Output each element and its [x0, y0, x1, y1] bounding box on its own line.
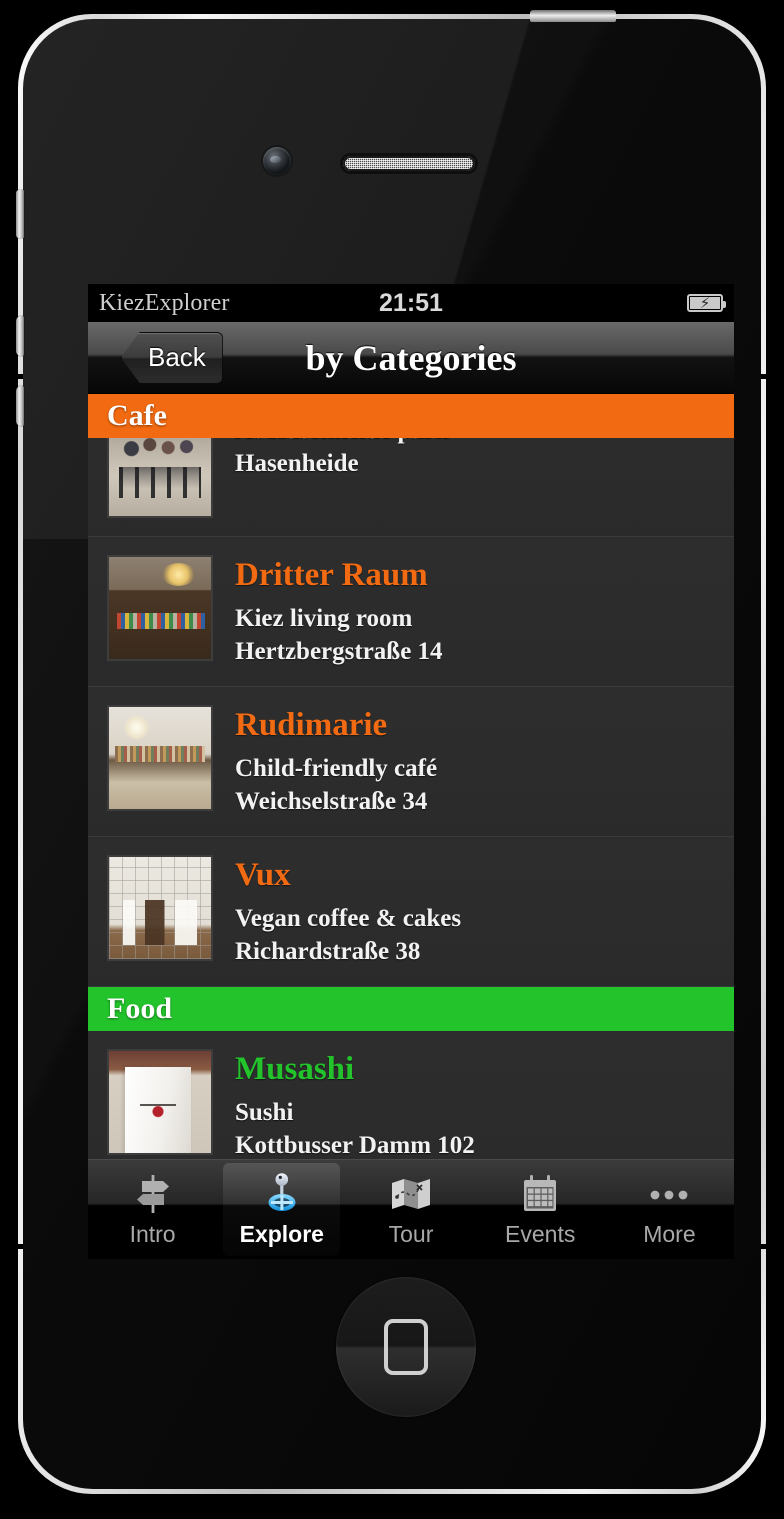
musashi-apron-photo [107, 1048, 213, 1155]
power-button[interactable] [530, 10, 616, 22]
calendar-icon [517, 1171, 563, 1217]
thumbnail-image [109, 706, 211, 809]
list-item-text: Musashi Sushi Kottbusser Damm 102 [213, 1049, 475, 1159]
phone-device: KiezExplorer 21:51 ⚡ Back by Categories [16, 10, 767, 1494]
shop-interior-photo [107, 704, 213, 811]
list-item-description: Sushi [235, 1098, 294, 1126]
section-header-food: Food [88, 986, 734, 1031]
list-item[interactable]: Musashi Sushi Kottbusser Damm 102 [88, 1031, 734, 1159]
folded-map-icon [388, 1171, 434, 1217]
white-chairs-photo [107, 854, 213, 961]
tab-intro[interactable]: Intro [88, 1160, 217, 1259]
map-pin-compass-icon [259, 1171, 305, 1217]
tab-explore[interactable]: Explore [217, 1160, 346, 1259]
tab-events[interactable]: Events [476, 1160, 605, 1259]
status-bar-right: ⚡ [687, 293, 726, 312]
thumbnail-image [109, 856, 211, 959]
list-item[interactable]: Vux Vegan coffee & cakes Richardstraße 38 [88, 837, 734, 987]
list-item-title: Dritter Raum [235, 557, 428, 593]
list-item-address: Richardstraße 38 [235, 937, 421, 965]
list-item-description: Vegan coffee & cakes [235, 904, 462, 932]
home-button[interactable] [336, 1277, 476, 1417]
silent-switch[interactable] [16, 190, 24, 238]
earpiece-speaker-grille [343, 156, 475, 171]
list-item-title: Vux [235, 856, 291, 893]
category-list[interactable]: At Hasenheide parkHasenheideDritter Raum… [88, 394, 734, 1159]
list-item-text: Vux Vegan coffee & cakes Richardstraße 38 [213, 855, 461, 968]
antenna-slit-right [761, 374, 767, 379]
tab-label: Intro [129, 1221, 176, 1247]
tab-tour[interactable]: Tour [346, 1160, 475, 1259]
list-item[interactable]: Rudimarie Child-friendly café Weichselstra… [88, 687, 734, 837]
status-bar: KiezExplorer 21:51 ⚡ [88, 284, 734, 322]
front-camera-icon [263, 147, 291, 175]
list-item-description: Child-friendly café [235, 754, 438, 782]
back-button[interactable]: Back [121, 331, 223, 384]
list-item-address: Hertzbergstraße 14 [235, 637, 443, 665]
list-item-title: Musashi [235, 1050, 355, 1087]
list-item-address: Hasenheide [235, 450, 359, 477]
thumbnail-image [109, 1050, 211, 1153]
phone-metal-band: KiezExplorer 21:51 ⚡ Back by Categories [17, 14, 767, 1494]
thumbnail-image [109, 557, 211, 659]
list-item-address: Weichselstraße 34 [235, 787, 428, 815]
signpost-icon [130, 1171, 176, 1217]
battery-charging-icon: ⚡ [687, 293, 726, 312]
status-clock: 21:51 [379, 288, 443, 317]
bar-bookshelf-photo [107, 555, 213, 661]
tab-label: Tour [388, 1221, 434, 1247]
ellipsis-icon [646, 1171, 692, 1217]
antenna-slit-right-bottom [761, 1244, 767, 1249]
tab-bar[interactable]: Intro Explore Tour Events More [88, 1159, 734, 1259]
phone-screen: KiezExplorer 21:51 ⚡ Back by Categories [88, 284, 734, 1259]
home-square-icon [384, 1319, 428, 1375]
list-item-address: Kottbusser Damm 102 [235, 1131, 475, 1159]
volume-down-button[interactable] [16, 386, 24, 426]
list-item-text: Rudimarie Child-friendly café Weichselstra… [213, 705, 437, 818]
list-item-title: Rudimarie [235, 706, 388, 743]
section-header-cafe: Cafe [88, 394, 734, 438]
tab-label: Explore [239, 1221, 324, 1247]
list-item[interactable]: Dritter Raum Kiez living room Hertzbergstr… [88, 537, 734, 687]
tab-more[interactable]: More [605, 1160, 734, 1259]
lightning-bolt-icon: ⚡ [699, 293, 711, 312]
phone-front-glass: KiezExplorer 21:51 ⚡ Back by Categories [23, 19, 761, 1489]
list-item-text: Dritter Raum Kiez living room Hertzbergstr… [213, 555, 443, 668]
tab-label: More [643, 1221, 696, 1247]
navigation-bar: Back by Categories [88, 322, 734, 394]
tab-label: Events [505, 1221, 576, 1247]
list-item-description: Kiez living room [235, 604, 413, 632]
volume-up-button[interactable] [16, 316, 24, 356]
